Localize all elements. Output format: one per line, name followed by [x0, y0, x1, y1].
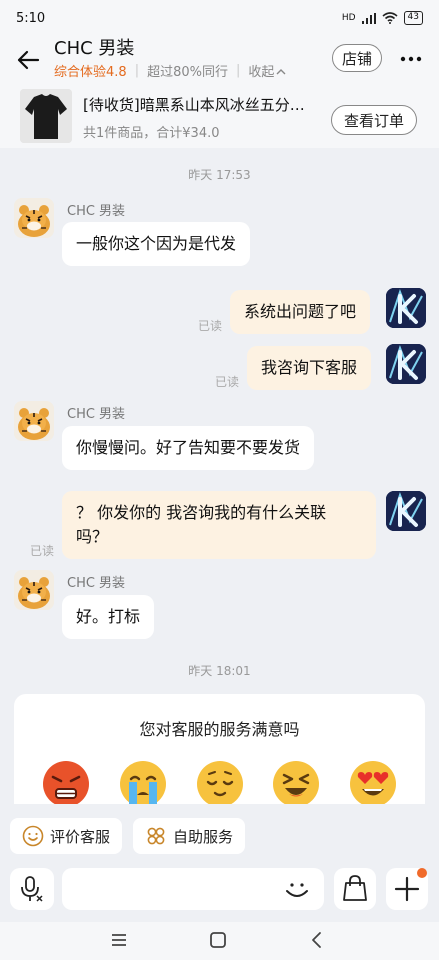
store-button[interactable]: 店铺: [332, 44, 382, 72]
system-nav-bar: [0, 922, 439, 960]
emoji-button-icon[interactable]: [282, 876, 312, 902]
collapse-toggle[interactable]: 收起: [248, 61, 286, 80]
meta-divider: |: [235, 63, 241, 78]
back-icon[interactable]: [305, 928, 329, 952]
order-title: [待收货]暗黑系山本风冰丝五分…: [83, 96, 305, 114]
status-icons: HD 43: [342, 11, 423, 25]
battery-indicator: 43: [403, 11, 423, 25]
product-thumbnail: [20, 89, 72, 143]
signal-icon: [361, 12, 376, 24]
user-avatar[interactable]: [386, 288, 426, 328]
flower-icon: [147, 827, 165, 845]
message-bubble-incoming[interactable]: 你慢慢问。好了告知要不要发货: [62, 426, 315, 470]
read-receipt: 已读: [215, 375, 240, 389]
smiley-icon: [22, 825, 44, 847]
heart-eyes-face-icon[interactable]: [349, 760, 397, 804]
crying-face-icon[interactable]: [119, 760, 167, 804]
self-service-button[interactable]: 自助服务: [133, 818, 246, 854]
quick-action-bar: 评价客服 自助服务: [0, 804, 439, 866]
chat-header: CHC 男装 综合体验4.8 | 超过80%同行 | 收起 店铺: [0, 28, 439, 86]
back-arrow-icon[interactable]: [16, 48, 40, 72]
timestamp-label: 昨天 17:53: [188, 168, 251, 182]
chevron-up-icon: [276, 69, 286, 75]
notification-dot: [417, 868, 427, 878]
collapse-label: 收起: [248, 65, 275, 80]
menu-icon[interactable]: [107, 928, 131, 952]
meta-divider: |: [134, 63, 140, 78]
evaluate-service-button[interactable]: 评价客服: [10, 818, 123, 854]
message-bubble-outgoing[interactable]: 我咨询下客服: [247, 346, 372, 390]
shopping-bag-icon: [343, 875, 367, 901]
sender-name: CHC 男装: [67, 407, 126, 422]
experience-score: 综合体验4.8: [54, 65, 127, 80]
read-receipt: 已读: [30, 544, 55, 558]
angry-face-icon[interactable]: [42, 760, 90, 804]
user-avatar[interactable]: [386, 491, 426, 531]
sender-name: CHC 男装: [67, 204, 126, 219]
seller-avatar[interactable]: [14, 570, 54, 610]
order-summary: 共1件商品，合计¥34.0: [83, 126, 220, 141]
shop-name: CHC 男装: [54, 38, 135, 59]
more-options-icon[interactable]: [400, 48, 422, 64]
input-bar: [0, 866, 439, 922]
shopping-bag-button[interactable]: [334, 868, 376, 910]
satisfaction-card: 您对客服的服务满意吗: [14, 694, 425, 804]
view-order-button[interactable]: 查看订单: [331, 105, 417, 135]
message-bubble-outgoing[interactable]: 系统出问题了吧: [230, 290, 371, 334]
relieved-face-icon[interactable]: [196, 760, 244, 804]
message-line: ？ 你发你的 我咨询我的有什么关联: [76, 503, 327, 522]
voice-input-button[interactable]: [10, 868, 54, 910]
microphone-icon: [21, 876, 43, 902]
grinning-squint-face-icon[interactable]: [272, 760, 320, 804]
satisfaction-question: 您对客服的服务满意吗: [139, 720, 300, 739]
message-bubble-incoming[interactable]: 一般你这个因为是代发: [62, 222, 251, 266]
message-line: 吗？: [76, 527, 109, 546]
self-service-label: 自助服务: [173, 827, 234, 846]
user-avatar[interactable]: [386, 344, 426, 384]
shop-meta: 综合体验4.8 | 超过80%同行 | 收起: [54, 61, 286, 80]
wifi-icon: [382, 12, 398, 24]
seller-avatar[interactable]: [14, 198, 54, 238]
message-bubble-outgoing[interactable]: ？ 你发你的 我咨询我的有什么关联 吗？: [62, 491, 376, 559]
sender-name: CHC 男装: [67, 576, 126, 591]
evaluate-service-label: 评价客服: [50, 827, 111, 846]
order-card[interactable]: [待收货]暗黑系山本风冰丝五分… 共1件商品，合计¥34.0 查看订单: [0, 86, 439, 148]
message-bubble-incoming[interactable]: 好。打标: [62, 595, 155, 639]
read-receipt: 已读: [198, 319, 223, 333]
timestamp-label: 昨天 18:01: [188, 664, 251, 678]
status-time: 5:10: [16, 10, 46, 26]
home-square-icon[interactable]: [206, 928, 230, 952]
seller-avatar[interactable]: [14, 401, 54, 441]
peer-rank: 超过80%同行: [147, 65, 228, 80]
network-label: HD: [341, 13, 356, 23]
